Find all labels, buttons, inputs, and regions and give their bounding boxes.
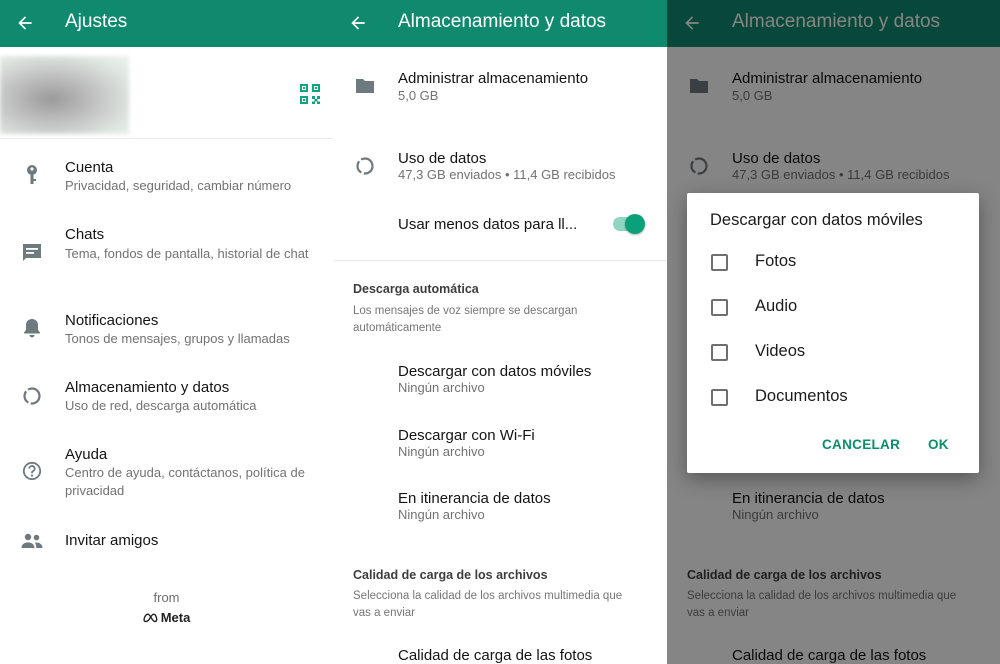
data-usage-item[interactable]: Uso de datos 47,3 GB enviados • 11,4 GB … bbox=[333, 143, 667, 193]
back-arrow-icon[interactable] bbox=[345, 10, 371, 36]
item-value: Ningún archivo bbox=[398, 507, 485, 522]
settings-item-label: Almacenamiento y datos bbox=[65, 379, 230, 396]
settings-item-desc: Privacidad, seguridad, cambiar número bbox=[65, 178, 292, 193]
item-label: Calidad de carga de las fotos bbox=[398, 647, 593, 664]
checkbox[interactable] bbox=[711, 388, 728, 406]
settings-item-account[interactable]: Cuenta Privacidad, seguridad, cambiar nú… bbox=[0, 150, 333, 206]
less-data-toggle-row[interactable]: Usar menos datos para ll... bbox=[333, 210, 667, 240]
divider bbox=[0, 138, 333, 139]
meta-label: Meta bbox=[160, 610, 191, 625]
mobile-download-dialog: Descargar con datos móviles Fotos Audio … bbox=[687, 193, 979, 473]
section-header: Descarga automática bbox=[353, 282, 479, 296]
item-label: Usar menos datos para ll... bbox=[398, 216, 578, 233]
page-title: Ajustes bbox=[65, 11, 128, 32]
settings-item-chats[interactable]: Chats Tema, fondos de pantalla, historia… bbox=[0, 218, 333, 284]
item-value: 5,0 GB bbox=[398, 88, 439, 103]
data-usage-icon bbox=[20, 384, 44, 408]
storage-screen-with-dialog: Almacenamiento y datos Administrar almac… bbox=[667, 0, 1000, 664]
settings-item-label: Cuenta bbox=[65, 159, 114, 176]
settings-item-help[interactable]: Ayuda Centro de ayuda, contáctanos, polí… bbox=[0, 437, 333, 503]
option-label: Videos bbox=[755, 342, 806, 360]
checkbox[interactable] bbox=[711, 343, 728, 361]
key-icon bbox=[20, 163, 44, 187]
bell-icon bbox=[20, 316, 44, 340]
profile-row[interactable] bbox=[0, 47, 333, 138]
dialog-title: Descargar con datos móviles bbox=[710, 211, 923, 229]
option-label: Documentos bbox=[755, 387, 848, 405]
section-header: Calidad de carga de los archivos bbox=[353, 568, 548, 582]
from-label: from bbox=[153, 590, 180, 605]
settings-item-label: Ayuda bbox=[65, 446, 108, 463]
item-value: Ningún archivo bbox=[398, 380, 485, 395]
avatar bbox=[0, 56, 129, 134]
meta-infinity-icon bbox=[143, 612, 158, 622]
settings-item-label: Chats bbox=[65, 226, 105, 243]
option-documents[interactable]: Documentos bbox=[711, 385, 848, 409]
settings-item-label: Invitar amigos bbox=[65, 532, 159, 549]
settings-item-desc: Centro de ayuda, contáctanos, política d… bbox=[65, 465, 305, 498]
section-desc: Selecciona la calidad de los archivos mu… bbox=[353, 590, 623, 619]
auto-download-roaming-item[interactable]: En itinerancia de datos Ningún archivo bbox=[333, 483, 667, 533]
folder-icon bbox=[353, 74, 377, 98]
section-desc: Los mensajes de voz siempre se descargan… bbox=[353, 305, 578, 334]
page-title: Almacenamiento y datos bbox=[398, 11, 607, 32]
photo-upload-quality-item[interactable]: Calidad de carga de las fotos bbox=[333, 640, 667, 664]
data-usage-icon bbox=[353, 154, 377, 178]
divider bbox=[333, 260, 667, 261]
qr-code-icon[interactable] bbox=[298, 82, 322, 106]
cancel-button[interactable]: CANCELAR bbox=[822, 437, 900, 452]
option-videos[interactable]: Videos bbox=[711, 340, 805, 364]
item-label: Administrar almacenamiento bbox=[398, 70, 589, 87]
item-value: 47,3 GB enviados • 11,4 GB recibidos bbox=[398, 167, 616, 182]
toggle-knob bbox=[625, 214, 645, 234]
auto-download-mobile-item[interactable]: Descargar con datos móviles Ningún archi… bbox=[333, 356, 667, 406]
option-label: Audio bbox=[755, 297, 798, 315]
help-icon bbox=[20, 459, 44, 483]
option-photos[interactable]: Fotos bbox=[711, 250, 796, 274]
people-icon bbox=[19, 529, 45, 553]
auto-download-wifi-item[interactable]: Descargar con Wi-Fi Ningún archivo bbox=[333, 420, 667, 470]
item-value: Ningún archivo bbox=[398, 444, 485, 459]
manage-storage-item[interactable]: Administrar almacenamiento 5,0 GB bbox=[333, 63, 667, 113]
checkbox[interactable] bbox=[711, 253, 728, 271]
option-audio[interactable]: Audio bbox=[711, 295, 797, 319]
meta-logo: Meta bbox=[0, 610, 333, 625]
settings-item-desc: Tema, fondos de pantalla, historial de c… bbox=[65, 246, 309, 261]
settings-item-desc: Uso de red, descarga automática bbox=[65, 398, 257, 413]
storage-screen: Almacenamiento y datos Administrar almac… bbox=[333, 0, 667, 664]
settings-item-desc: Tonos de mensajes, grupos y llamadas bbox=[65, 331, 290, 346]
settings-item-storage[interactable]: Almacenamiento y datos Uso de red, desca… bbox=[0, 370, 333, 426]
settings-header: Ajustes bbox=[0, 0, 333, 47]
settings-item-label: Notificaciones bbox=[65, 312, 159, 329]
settings-item-notifications[interactable]: Notificaciones Tonos de mensajes, grupos… bbox=[0, 303, 333, 359]
chat-icon bbox=[20, 240, 44, 264]
back-arrow-icon[interactable] bbox=[12, 10, 38, 36]
storage-header: Almacenamiento y datos bbox=[333, 0, 667, 47]
settings-screen: Ajustes Cuenta Privacidad, seguridad, ca… bbox=[0, 0, 333, 664]
less-data-toggle[interactable] bbox=[611, 213, 645, 235]
checkbox[interactable] bbox=[711, 298, 728, 316]
ok-button[interactable]: OK bbox=[928, 437, 949, 452]
option-label: Fotos bbox=[755, 252, 797, 270]
settings-item-invite[interactable]: Invitar amigos bbox=[0, 522, 333, 562]
